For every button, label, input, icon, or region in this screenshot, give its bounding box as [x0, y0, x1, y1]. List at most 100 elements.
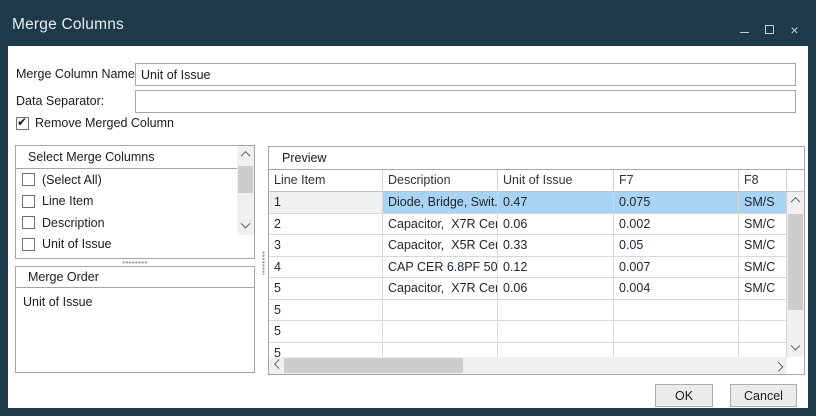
column-header[interactable]: F8 [739, 170, 787, 191]
table-cell[interactable] [498, 321, 614, 342]
dialog-content: Merge Column Name: Data Separator: Remov… [8, 46, 808, 408]
table-row[interactable]: 1Diode, Bridge, Swit...0.470.075SM/S [269, 192, 787, 214]
checkbox-unchecked-icon[interactable] [22, 216, 35, 229]
table-cell[interactable] [383, 300, 498, 321]
table-row[interactable]: 3Capacitor, X5R Cer...0.330.05SM/C [269, 235, 787, 257]
table-row[interactable]: 5 [269, 300, 787, 322]
table-cell[interactable]: 5 [269, 300, 383, 321]
table-cell[interactable]: 4 [269, 257, 383, 278]
merge-columns-dialog: Merge Columns × Merge Column Name: Data … [0, 0, 816, 416]
remove-merged-column-label: Remove Merged Column [35, 116, 174, 130]
merge-column-option[interactable]: Unit of Issue [16, 234, 254, 256]
table-cell[interactable]: 0.05 [614, 235, 739, 256]
table-cell[interactable]: SM/C [739, 214, 787, 235]
table-cell[interactable]: 0.33 [498, 235, 614, 256]
merge-column-option[interactable] [16, 255, 254, 258]
close-button[interactable]: × [789, 24, 800, 35]
scrollbar-thumb[interactable] [284, 358, 463, 373]
table-row[interactable]: 4CAP CER 6.8PF 50V...0.120.007SM/C [269, 257, 787, 279]
data-separator-input[interactable] [135, 90, 796, 113]
table-cell[interactable]: CAP CER 6.8PF 50V... [383, 257, 498, 278]
merge-order-title: Merge Order [16, 267, 254, 288]
vertical-splitter[interactable] [260, 250, 267, 276]
table-cell[interactable] [498, 343, 614, 358]
table-cell[interactable]: Capacitor, X7R Cer... [383, 278, 498, 299]
table-cell[interactable]: SM/C [739, 278, 787, 299]
table-cell[interactable]: 2 [269, 214, 383, 235]
grid-vertical-scrollbar[interactable] [787, 192, 804, 357]
table-cell[interactable]: 0.06 [498, 214, 614, 235]
table-cell[interactable]: 0.002 [614, 214, 739, 235]
column-header[interactable]: Description [383, 170, 498, 191]
table-cell[interactable]: 5 [269, 278, 383, 299]
title-bar[interactable]: Merge Columns × [0, 0, 816, 46]
scroll-down-button[interactable] [787, 340, 804, 357]
checkbox-unchecked-icon[interactable] [22, 195, 35, 208]
chevron-down-icon [241, 219, 251, 229]
chevron-left-icon [274, 359, 284, 369]
table-cell[interactable]: 0.47 [498, 192, 614, 213]
ok-button[interactable]: OK [655, 384, 713, 407]
merge-order-item[interactable]: Unit of Issue [16, 288, 254, 309]
list-vertical-scrollbar[interactable] [237, 146, 254, 235]
scroll-up-button[interactable] [237, 146, 254, 163]
column-header[interactable]: Line Item [269, 170, 383, 191]
column-header[interactable]: F7 [614, 170, 739, 191]
option-label: Unit of Issue [42, 237, 111, 251]
table-cell[interactable] [383, 321, 498, 342]
checkbox-unchecked-icon[interactable] [22, 173, 35, 186]
table-row[interactable]: 2Capacitor, X7R Cer...0.060.002SM/C [269, 214, 787, 236]
table-cell[interactable] [498, 300, 614, 321]
table-cell[interactable] [739, 343, 787, 358]
cancel-button[interactable]: Cancel [730, 384, 797, 407]
scroll-up-button[interactable] [787, 192, 804, 209]
merge-column-option[interactable]: (Select All) [16, 169, 254, 191]
grid-horizontal-scrollbar[interactable] [269, 357, 787, 374]
table-cell[interactable]: 5 [269, 343, 383, 358]
scroll-right-button[interactable] [770, 357, 787, 374]
table-cell[interactable] [614, 343, 739, 358]
horizontal-splitter[interactable] [15, 259, 255, 266]
table-cell[interactable]: 0.075 [614, 192, 739, 213]
minimize-button[interactable] [739, 24, 750, 35]
scrollbar-thumb[interactable] [788, 214, 803, 310]
table-cell[interactable]: SM/S [739, 192, 787, 213]
scroll-down-button[interactable] [237, 218, 254, 235]
table-row[interactable]: 5 [269, 321, 787, 343]
merge-column-option[interactable]: Description [16, 212, 254, 234]
table-cell[interactable] [383, 343, 498, 358]
table-row[interactable]: 5Capacitor, X7R Cer...0.060.004SM/C [269, 278, 787, 300]
table-cell[interactable] [614, 321, 739, 342]
table-cell[interactable]: 0.004 [614, 278, 739, 299]
table-cell[interactable]: 1 [269, 192, 383, 213]
merge-columns-list: (Select All)Line ItemDescription Unit of … [16, 169, 254, 258]
maximize-button[interactable] [764, 24, 775, 35]
grid-body: 1Diode, Bridge, Swit...0.470.075SM/S2Cap… [269, 192, 787, 357]
table-cell[interactable]: 3 [269, 235, 383, 256]
table-cell[interactable]: 5 [269, 321, 383, 342]
scrollbar-thumb[interactable] [238, 166, 253, 193]
data-separator-label: Data Separator: [16, 94, 104, 108]
column-header-filler [787, 170, 804, 191]
preview-panel: Preview Line ItemDescriptionUnit of Issu… [268, 146, 805, 375]
table-cell[interactable]: Capacitor, X7R Cer... [383, 214, 498, 235]
table-cell[interactable]: 0.007 [614, 257, 739, 278]
table-row[interactable]: 5 [269, 343, 787, 358]
table-cell[interactable] [739, 321, 787, 342]
column-header[interactable]: Unit of Issue [498, 170, 614, 191]
table-cell[interactable] [614, 300, 739, 321]
preview-title: Preview [269, 147, 804, 170]
checkbox-unchecked-icon[interactable] [22, 238, 35, 251]
table-cell[interactable]: 0.06 [498, 278, 614, 299]
table-cell[interactable] [739, 300, 787, 321]
remove-merged-column-checkbox[interactable]: Remove Merged Column [16, 116, 174, 130]
table-cell[interactable]: Diode, Bridge, Swit... [383, 192, 498, 213]
preview-grid: Line ItemDescriptionUnit of IssueF7F8 1D… [269, 170, 804, 374]
merge-column-option[interactable]: Line Item [16, 191, 254, 213]
table-cell[interactable]: SM/C [739, 257, 787, 278]
table-cell[interactable]: SM/C [739, 235, 787, 256]
table-cell[interactable]: Capacitor, X5R Cer... [383, 235, 498, 256]
merge-column-name-input[interactable] [135, 63, 796, 86]
grid-header-row: Line ItemDescriptionUnit of IssueF7F8 [269, 170, 804, 192]
table-cell[interactable]: 0.12 [498, 257, 614, 278]
